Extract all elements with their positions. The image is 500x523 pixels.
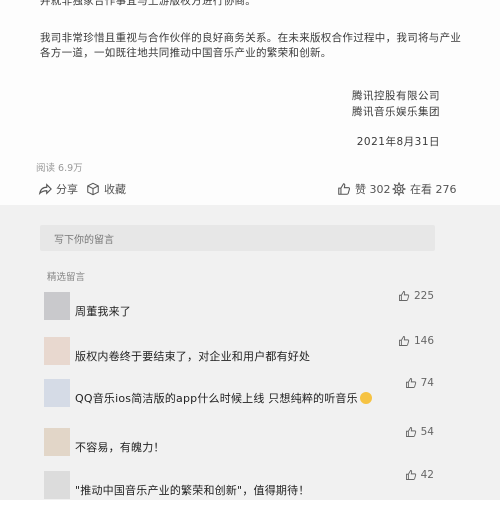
avatar[interactable] (44, 428, 70, 456)
featured-comments-label: 精选留言 (47, 272, 86, 283)
comments-section: 写下你的留言 精选留言 周董我来了 225 版权内卷终于要结束了，对企业和用户都… (0, 205, 500, 500)
thumbs-up-icon (405, 427, 416, 437)
comment-like-count: 225 (413, 290, 434, 302)
comment-like-button[interactable]: 225 (398, 290, 434, 302)
comment-like-count: 54 (420, 426, 434, 438)
article-actions-bar: 分享 收藏 赞 302 在看 276 (0, 178, 500, 200)
article-paragraph: 我司非常珍惜且重视与合作伙伴的良好商务关系。在未来版权合作过程中，我司将与产业各… (40, 32, 462, 59)
thumbs-up-icon (405, 470, 416, 480)
thumbs-up-icon (399, 336, 410, 346)
comment-input[interactable]: 写下你的留言 (40, 225, 435, 251)
share-arrow-icon (38, 183, 52, 196)
flower-icon (392, 182, 406, 196)
avatar[interactable] (44, 292, 70, 320)
article-body: 并就非独家合作事宜与上游版权方进行协商。 我司非常珍惜且重视与合作伙伴的良好商务… (0, 0, 500, 205)
comment-text: 版权内卷终于要结束了，对企业和用户都有好处 (75, 350, 311, 363)
share-button[interactable]: 分享 (38, 181, 78, 197)
comment-text: QQ音乐ios简洁版的app什么时候上线 只想纯粹的听音乐 (75, 390, 372, 406)
comment-text: 周董我来了 (75, 305, 131, 318)
comment-item: QQ音乐ios简洁版的app什么时候上线 只想纯粹的听音乐 74 (0, 377, 500, 431)
like-count: 赞 302 (355, 183, 391, 196)
like-button[interactable]: 赞 302 (337, 181, 391, 197)
comment-item: "推动中国音乐产业的繁荣和创新"，值得期待！ 42 (0, 469, 500, 523)
comment-text: 不容易，有魄力！ (75, 441, 165, 454)
thumbs-up-icon (399, 291, 410, 301)
comment-like-count: 146 (413, 335, 434, 347)
comment-like-button[interactable]: 42 (405, 469, 434, 481)
favorite-button[interactable]: 收藏 (86, 181, 126, 197)
comment-like-count: 42 (420, 469, 434, 481)
comment-like-button[interactable]: 54 (405, 426, 434, 438)
thumbs-up-icon (338, 183, 351, 195)
share-label: 分享 (56, 183, 78, 196)
comment-text: "推动中国音乐产业的繁荣和创新"，值得期待！ (75, 484, 310, 497)
comment-like-button[interactable]: 146 (398, 335, 434, 347)
cube-icon (87, 182, 99, 196)
avatar[interactable] (44, 471, 70, 499)
article-paragraph: 并就非独家合作事宜与上游版权方进行协商。 (40, 0, 256, 7)
avatar[interactable] (44, 379, 70, 407)
signature-company: 腾讯控股有限公司 (352, 90, 440, 102)
smiley-emoji-icon (359, 392, 372, 404)
signature-group: 腾讯音乐娱乐集团 (352, 106, 440, 118)
avatar[interactable] (44, 337, 70, 365)
comment-like-count: 74 (420, 377, 434, 389)
comment-input-placeholder: 写下你的留言 (54, 235, 114, 246)
comment-like-button[interactable]: 74 (405, 377, 434, 389)
article-date: 2021年8月31日 (356, 136, 440, 148)
looking-count: 在看 276 (410, 183, 457, 196)
thumbs-up-icon (405, 378, 416, 388)
favorite-label: 收藏 (104, 183, 126, 196)
looking-button[interactable]: 在看 276 (392, 181, 457, 197)
read-count: 阅读 6.9万 (36, 163, 83, 174)
